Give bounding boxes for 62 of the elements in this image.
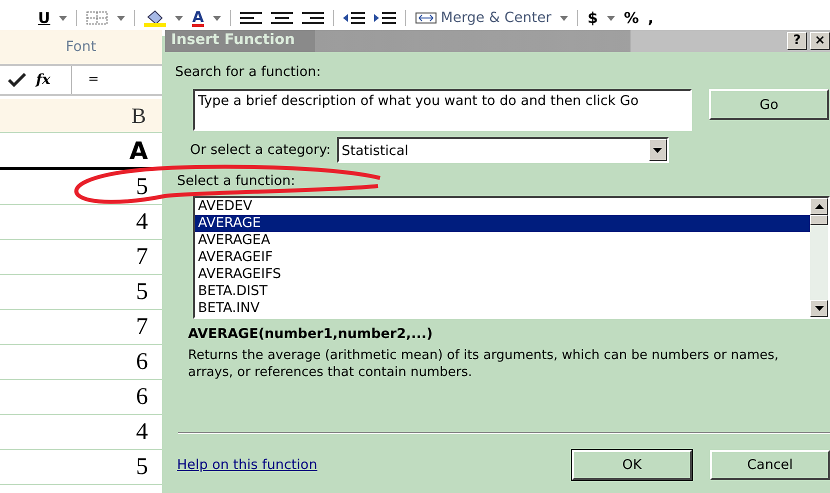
- caret-icon[interactable]: [59, 16, 68, 20]
- scroll-up-icon[interactable]: [814, 204, 824, 208]
- table-cell: 4: [0, 415, 162, 450]
- increase-indent-icon[interactable]: [374, 12, 396, 24]
- font-color-button[interactable]: A: [192, 10, 204, 26]
- cancel-button[interactable]: Cancel: [710, 450, 830, 480]
- caret-icon[interactable]: [117, 16, 126, 20]
- function-list[interactable]: AVEDEV AVERAGE AVERAGEA AVERAGEIF AVERAGEIFS BETA.DIST BETA.INV: [193, 196, 830, 318]
- category-label: Or select a category:: [190, 141, 331, 160]
- merge-center-button[interactable]: Merge & Center: [414, 8, 552, 28]
- format-button[interactable]: ,: [648, 6, 654, 30]
- align-right-icon[interactable]: [302, 12, 324, 24]
- scroll-thumb[interactable]: [810, 214, 828, 224]
- table-cell: 6: [0, 345, 162, 380]
- function-signature: AVERAGE(number1,number2,...): [187, 324, 434, 344]
- close-button[interactable]: ×: [810, 32, 830, 50]
- fill-color-icon[interactable]: [144, 9, 166, 27]
- format-button[interactable]: $: [587, 6, 598, 30]
- align-center-icon[interactable]: [270, 12, 293, 24]
- table-cell: 5: [0, 275, 162, 310]
- list-item[interactable]: AVERAGEIF: [195, 248, 810, 266]
- table-cell: 5: [0, 170, 162, 205]
- table-cell: 4: [0, 205, 162, 240]
- underline-button[interactable]: U: [38, 6, 50, 30]
- help-button[interactable]: ?: [787, 32, 807, 50]
- window-title: Insert Function: [165, 30, 315, 52]
- caret-icon[interactable]: [560, 16, 568, 20]
- list-item[interactable]: AVERAGE: [195, 214, 810, 232]
- check-icon[interactable]: [8, 73, 26, 87]
- caret-icon[interactable]: [606, 16, 615, 20]
- function-button[interactable]: fx: [36, 70, 50, 90]
- list-item[interactable]: AVERAGEA: [195, 232, 810, 248]
- category-dropdown[interactable]: Statistical: [336, 137, 669, 164]
- ok-button[interactable]: OK: [572, 450, 692, 480]
- decrease-indent-icon[interactable]: [342, 12, 365, 24]
- search-label: Search for a function:: [175, 63, 322, 82]
- caret-icon[interactable]: [175, 16, 184, 20]
- caret-icon[interactable]: [212, 16, 221, 20]
- function-description: Returns the average (arithmetic mean) of its arguments, which can be numbers or names, arrays, or references that contain numbers.: [187, 346, 780, 381]
- column-header[interactable]: B: [0, 99, 162, 133]
- list-item[interactable]: AVERAGEIFS: [195, 266, 810, 282]
- scrollbar[interactable]: [810, 198, 828, 316]
- borders-icon[interactable]: [86, 11, 108, 25]
- scroll-down-icon[interactable]: [814, 306, 824, 310]
- formula-field[interactable]: =: [72, 70, 99, 90]
- table-cell: 5: [0, 450, 162, 485]
- function-label: Select a function:: [176, 172, 296, 192]
- align-left-icon[interactable]: [240, 12, 262, 24]
- list-item[interactable]: BETA.DIST: [195, 282, 810, 300]
- list-item[interactable]: AVEDEV: [195, 198, 810, 214]
- table-cell: A: [0, 133, 162, 170]
- search-field[interactable]: Type a brief description of what you want to do and then click Go: [193, 89, 692, 132]
- group-label: Font: [0, 30, 162, 64]
- table-cell: 7: [0, 240, 162, 275]
- list-item[interactable]: BETA.INV: [195, 300, 810, 316]
- format-button[interactable]: %: [624, 6, 639, 30]
- table-cell: 6: [0, 380, 162, 415]
- merge-icon: [414, 12, 437, 24]
- go-button[interactable]: Go: [709, 89, 829, 120]
- help-link[interactable]: Help on this function: [177, 454, 318, 475]
- table-cell: 7: [0, 310, 162, 345]
- dropdown-arrow-icon[interactable]: [653, 148, 662, 153]
